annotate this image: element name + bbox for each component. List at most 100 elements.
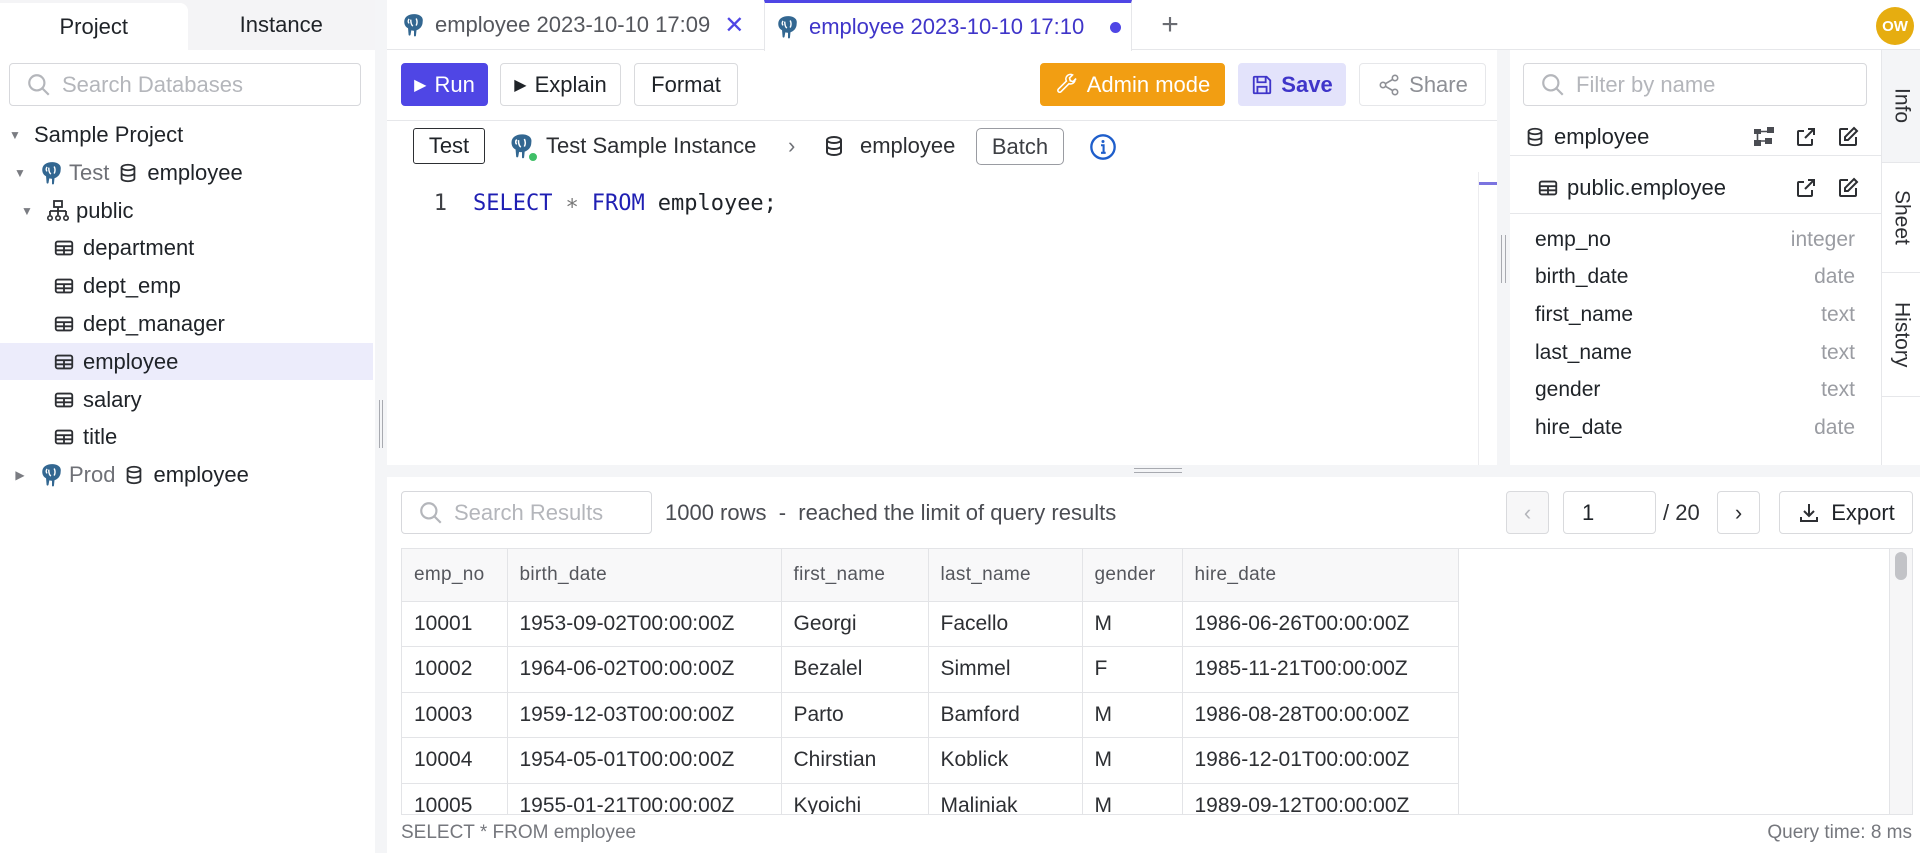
tree-table-dept-emp[interactable]: dept_emp bbox=[0, 267, 373, 304]
batch-button[interactable]: Batch bbox=[976, 128, 1064, 165]
cell[interactable]: 10004 bbox=[402, 737, 508, 784]
query-tab[interactable]: employee 2023-10-10 17:09 ✕ bbox=[391, 0, 754, 50]
cell[interactable]: M bbox=[1082, 692, 1183, 738]
cell[interactable]: Maliniak bbox=[928, 783, 1083, 814]
column-header[interactable]: gender bbox=[1082, 549, 1183, 602]
cell[interactable]: 1964-06-02T00:00:00Z bbox=[507, 646, 782, 693]
query-tab-active[interactable]: employee 2023-10-10 17:10 bbox=[764, 0, 1133, 51]
caret-down-icon[interactable]: ▼ bbox=[8, 128, 22, 142]
admin-mode-button[interactable]: Admin mode bbox=[1040, 63, 1225, 106]
column-header[interactable]: emp_no bbox=[402, 549, 508, 602]
prev-page-button[interactable]: ‹ bbox=[1506, 491, 1549, 534]
filter-by-name-input[interactable] bbox=[1576, 71, 1856, 98]
resize-handle[interactable] bbox=[1134, 468, 1182, 473]
run-button[interactable]: ▶ Run bbox=[401, 63, 488, 106]
cell[interactable]: 1985-11-21T00:00:00Z bbox=[1182, 646, 1459, 693]
cell[interactable]: 1955-01-21T00:00:00Z bbox=[507, 783, 782, 814]
column-row[interactable]: emp_no integer bbox=[1535, 222, 1855, 258]
export-button[interactable]: Export bbox=[1779, 491, 1913, 534]
cell[interactable]: 10005 bbox=[402, 783, 508, 814]
tree-table-employee[interactable]: employee bbox=[0, 343, 373, 380]
explain-button[interactable]: ▶ Explain bbox=[500, 63, 621, 106]
cell[interactable]: 1959-12-03T00:00:00Z bbox=[507, 692, 782, 738]
cell[interactable]: 1989-09-12T00:00:00Z bbox=[1182, 783, 1459, 814]
cell[interactable]: 1986-06-26T00:00:00Z bbox=[1182, 601, 1459, 647]
sidebar-resize-gutter[interactable] bbox=[375, 0, 387, 853]
column-header[interactable]: last_name bbox=[928, 549, 1083, 602]
tree-table-title[interactable]: title bbox=[0, 418, 373, 455]
tree-test-database[interactable]: ▼ Test employee bbox=[0, 154, 373, 191]
cell[interactable]: M bbox=[1082, 737, 1183, 784]
external-link-icon[interactable] bbox=[1793, 175, 1819, 201]
cell[interactable]: M bbox=[1082, 783, 1183, 814]
cell[interactable]: Parto bbox=[781, 692, 929, 738]
tab-info[interactable]: Info bbox=[1882, 50, 1920, 163]
search-results-input[interactable] bbox=[454, 499, 644, 526]
format-button[interactable]: Format bbox=[634, 63, 738, 106]
unsaved-indicator[interactable] bbox=[1110, 21, 1122, 33]
cell[interactable]: Facello bbox=[928, 601, 1083, 647]
tab-instance[interactable]: Instance bbox=[188, 0, 376, 50]
column-row[interactable]: gender text bbox=[1535, 372, 1855, 408]
sql-editor[interactable]: 1 SELECT ∗ FROM employee; bbox=[387, 172, 1497, 465]
column-header[interactable]: birth_date bbox=[507, 549, 782, 602]
share-button[interactable]: Share bbox=[1359, 63, 1486, 106]
close-icon[interactable]: ✕ bbox=[724, 11, 744, 40]
scrollbar-thumb[interactable] bbox=[1895, 552, 1907, 580]
tab-project[interactable]: Project bbox=[0, 3, 188, 50]
cell[interactable]: 1986-12-01T00:00:00Z bbox=[1182, 737, 1459, 784]
tree-table-salary[interactable]: salary bbox=[0, 381, 373, 418]
caret-down-icon[interactable]: ▼ bbox=[13, 166, 27, 180]
filter-by-name-box[interactable] bbox=[1523, 63, 1867, 106]
cell[interactable]: Kyoichi bbox=[781, 783, 929, 814]
editor-results-splitter[interactable] bbox=[387, 465, 1920, 477]
cell[interactable]: 10002 bbox=[402, 646, 508, 693]
editor-overview-ruler[interactable] bbox=[1478, 172, 1499, 465]
column-row[interactable]: hire_date date bbox=[1535, 410, 1855, 446]
cell[interactable]: Simmel bbox=[928, 646, 1083, 693]
page-number-input[interactable] bbox=[1563, 491, 1656, 534]
cell[interactable]: Bezalel bbox=[781, 646, 929, 693]
column-header[interactable]: hire_date bbox=[1182, 549, 1459, 602]
tree-schema-public[interactable]: ▼ public bbox=[0, 192, 373, 229]
caret-down-icon[interactable]: ▼ bbox=[20, 204, 34, 218]
database-search-input[interactable] bbox=[62, 71, 342, 98]
results-scrollbar[interactable] bbox=[1890, 548, 1913, 815]
tab-sheet[interactable]: Sheet bbox=[1882, 163, 1920, 273]
cell[interactable]: 1954-05-01T00:00:00Z bbox=[507, 737, 782, 784]
user-avatar[interactable]: OW bbox=[1876, 7, 1914, 45]
cell[interactable]: M bbox=[1082, 601, 1183, 647]
schema-diagram-icon[interactable] bbox=[1751, 124, 1777, 150]
column-row[interactable]: last_name text bbox=[1535, 335, 1855, 371]
edit-icon[interactable] bbox=[1835, 175, 1861, 201]
edit-icon[interactable] bbox=[1835, 124, 1861, 150]
cell[interactable]: 10001 bbox=[402, 601, 508, 647]
info-panel-resize-gutter[interactable] bbox=[1497, 50, 1510, 465]
instance-selector[interactable]: Test Sample Instance bbox=[508, 128, 756, 164]
column-header[interactable]: first_name bbox=[781, 549, 929, 602]
cell[interactable]: Koblick bbox=[928, 737, 1083, 784]
tab-history[interactable]: History bbox=[1882, 273, 1920, 397]
column-row[interactable]: first_name text bbox=[1535, 297, 1855, 333]
cell[interactable]: 1953-09-02T00:00:00Z bbox=[507, 601, 782, 647]
add-tab-button[interactable]: + bbox=[1147, 0, 1193, 50]
tree-project[interactable]: ▼ Sample Project bbox=[0, 116, 373, 153]
tree-prod-database[interactable]: ▶ Prod employee bbox=[0, 456, 373, 493]
cell[interactable]: 10003 bbox=[402, 692, 508, 738]
external-link-icon[interactable] bbox=[1793, 124, 1819, 150]
database-selector[interactable]: employee bbox=[822, 128, 955, 164]
cell[interactable]: 1986-08-28T00:00:00Z bbox=[1182, 692, 1459, 738]
cell[interactable]: Georgi bbox=[781, 601, 929, 647]
resize-handle[interactable] bbox=[379, 400, 383, 448]
caret-right-icon[interactable]: ▶ bbox=[13, 468, 27, 482]
save-button[interactable]: Save bbox=[1238, 63, 1346, 106]
resize-handle[interactable] bbox=[1501, 235, 1506, 283]
search-results-box[interactable] bbox=[401, 491, 652, 534]
tree-table-dept-manager[interactable]: dept_manager bbox=[0, 305, 373, 342]
database-search-box[interactable] bbox=[9, 63, 361, 106]
tree-table-department[interactable]: department bbox=[0, 229, 373, 266]
column-row[interactable]: birth_date date bbox=[1535, 259, 1855, 295]
cell[interactable]: Chirstian bbox=[781, 737, 929, 784]
info-icon[interactable] bbox=[1089, 133, 1117, 167]
next-page-button[interactable]: › bbox=[1717, 491, 1760, 534]
